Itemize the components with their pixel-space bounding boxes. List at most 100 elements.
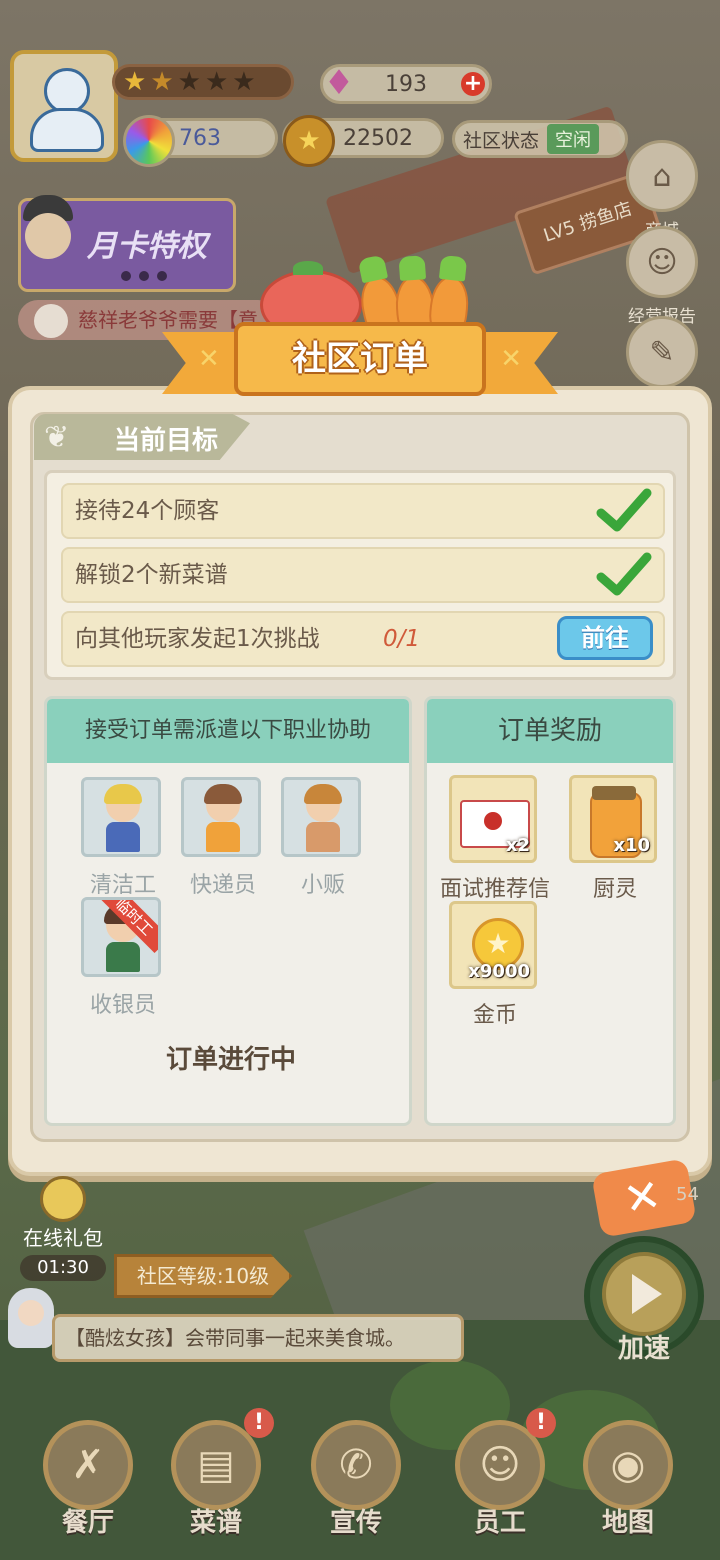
current-target-tab: ❦ 当前目标 [34, 414, 250, 460]
gift-label: 在线礼包 [23, 1226, 103, 1250]
online-gift[interactable]: 在线礼包 01:30 [8, 1176, 118, 1281]
month-card-button[interactable]: 月卡特权 [18, 195, 236, 292]
nav-restaurant[interactable]: ✗ 餐厅 [32, 1420, 144, 1539]
report-button[interactable]: ☺ 经营报告 [626, 226, 698, 327]
add-gems-button[interactable]: + [461, 72, 485, 96]
utensils-icon: ✕ [198, 344, 220, 374]
nav-label: 餐厅 [61, 1508, 114, 1538]
task-text: 向其他玩家发起1次挑战 [75, 626, 320, 652]
gem-icon: ♦ [323, 63, 355, 103]
counter-badge: 54 [676, 1184, 699, 1205]
clock-icon [40, 1176, 86, 1222]
community-level: 社区等级:10级 [114, 1254, 292, 1298]
dialog-title: 社区订单 [292, 339, 428, 379]
cashier-avatar: 临时工 [81, 897, 161, 977]
nav-label: 员工 [473, 1508, 526, 1538]
gem-value: 193 [385, 71, 427, 97]
task-item: 解锁2个新菜谱 [61, 547, 665, 603]
month-card-label: 月卡特权 [87, 229, 207, 264]
job-name: 小贩 [300, 873, 345, 898]
pager-dots [121, 271, 167, 281]
coin-value: 22502 [343, 125, 413, 151]
smile-icon: ☺ [626, 226, 698, 298]
status-value: 空闲 [547, 124, 600, 154]
job-cashier[interactable]: 临时工 收银员 [81, 897, 165, 1019]
gem-counter: ♦ 193 + [320, 63, 492, 104]
job-name: 收银员 [89, 993, 156, 1018]
reward-qty: x9000 [468, 961, 530, 982]
star-icon: ★ [177, 67, 201, 97]
alert-icon: ! [526, 1408, 556, 1438]
task-progress: 0/1 [383, 626, 421, 652]
grandpa-icon [17, 189, 83, 285]
task-list: 接待24个顾客 解锁2个新菜谱 向其他玩家发起1次挑战 0/1 前往 [44, 470, 676, 680]
reward-qty: x2 [505, 835, 530, 856]
nav-promotion[interactable]: ✆ 宣传 [300, 1420, 412, 1539]
reward-name: 金币 [472, 1003, 517, 1028]
task-item: 接待24个顾客 [61, 483, 665, 539]
task-text: 解锁2个新菜谱 [75, 562, 228, 588]
rainbow-icon [123, 115, 175, 167]
announcement-bar: 【酷炫女孩】会带同事一起来美食城。 [52, 1314, 464, 1362]
job-name: 清洁工 [89, 873, 156, 898]
gift-timer: 01:30 [20, 1255, 106, 1281]
reward-item[interactable]: ★ x9000 金币 [449, 901, 541, 1029]
checkmark-icon [596, 488, 652, 532]
star-icon: ★ [150, 67, 174, 97]
order-rewards-panel: 订单奖励 x2 面试推荐信 x10 厨灵 ★ x9000 金币 [424, 696, 676, 1126]
fried-egg-icon: ◉ [583, 1420, 673, 1510]
rating-stars: ★ ★ ★ ★ ★ [112, 64, 294, 100]
envelope-icon: x2 [449, 775, 537, 863]
courier-avatar [181, 777, 261, 857]
job-courier[interactable]: 快递员 [181, 777, 265, 899]
rewards-header: 订单奖励 [427, 699, 673, 763]
star-icon: ★ [232, 67, 256, 97]
gold-coin-icon: ★ x9000 [449, 901, 537, 989]
go-button[interactable]: 前往 [557, 616, 653, 660]
nav-staff[interactable]: ☺ 员工 ! [444, 1408, 556, 1539]
pencil-icon: ✎ [626, 316, 698, 388]
nav-recipes[interactable]: ▤ 菜谱 ! [160, 1408, 274, 1539]
dialog-title-banner: ✕ ✕ 社区订单 [162, 316, 558, 398]
nav-label: 菜谱 [189, 1508, 242, 1538]
fork-spoon-icon: ✗ [43, 1420, 133, 1510]
jobs-header: 接受订单需派遣以下职业协助 [47, 699, 409, 763]
reward-item[interactable]: x10 厨灵 [569, 775, 661, 903]
speed-up-button[interactable]: 加速 [584, 1236, 704, 1364]
rainbow-counter: 763 [123, 115, 278, 167]
vendor-avatar [281, 777, 361, 857]
grandpa-face-icon [34, 304, 68, 338]
task-item: 向其他玩家发起1次挑战 0/1 前往 [61, 611, 665, 667]
coin-icon: ★ [283, 115, 335, 167]
cool-girl-avatar [6, 1282, 56, 1362]
coin-counter: ★ 22502 [282, 115, 444, 167]
job-vendor[interactable]: 小贩 [281, 777, 365, 899]
current-target-label: 当前目标 [114, 426, 219, 456]
star-icon: ★ [204, 67, 229, 97]
shop-icon: ⌂ [626, 140, 698, 212]
job-cleaner[interactable]: 清洁工 [81, 777, 165, 899]
reward-name: 厨灵 [592, 877, 637, 902]
status-label: 社区状态 [463, 129, 540, 152]
required-jobs-panel: 接受订单需派遣以下职业协助 清洁工 快递员 小贩 临时工 收银员 订单进行中 [44, 696, 412, 1126]
nav-label: 地图 [601, 1508, 654, 1538]
reward-qty: x10 [613, 835, 650, 856]
speed-label: 加速 [617, 1334, 670, 1364]
task-text: 接待24个顾客 [75, 498, 220, 524]
cleaner-avatar [81, 777, 161, 857]
nav-map[interactable]: ◉ 地图 [572, 1420, 684, 1539]
leaf-icon: ❦ [44, 420, 70, 455]
play-icon [632, 1274, 662, 1314]
nav-label: 宣传 [329, 1508, 382, 1538]
megaphone-icon: ✆ [311, 1420, 401, 1510]
order-status: 订单进行中 [165, 1045, 296, 1075]
checkmark-icon [596, 552, 652, 596]
player-avatar[interactable] [10, 50, 118, 162]
alert-icon: ! [244, 1408, 274, 1438]
rainbow-value: 763 [179, 125, 221, 151]
job-name: 快递员 [189, 873, 256, 898]
jar-icon: x10 [569, 775, 657, 863]
close-icon: ✕ [619, 1169, 665, 1227]
reward-item[interactable]: x2 面试推荐信 [440, 775, 550, 903]
community-status: 社区状态 空闲 [452, 120, 628, 158]
